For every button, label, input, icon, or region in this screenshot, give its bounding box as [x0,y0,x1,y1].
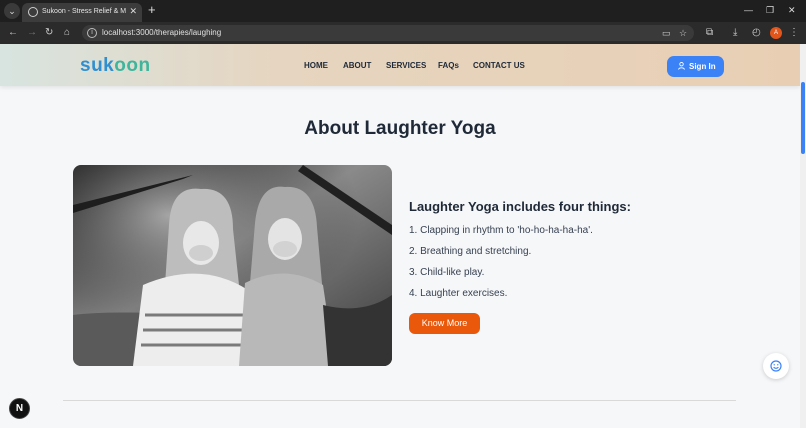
site-info-icon[interactable]: i [87,28,97,38]
site-header: sukoon HOME ABOUT SERVICES FAQs CONTACT … [0,44,800,86]
bookmark-star-icon[interactable]: ☆ [679,27,687,39]
restore-icon[interactable]: ❐ [766,4,774,16]
minimize-icon[interactable]: — [744,4,753,16]
page-title: About Laughter Yoga [304,118,496,139]
nextjs-dev-badge[interactable]: N [9,398,30,419]
smiley-icon [770,360,782,372]
know-more-button[interactable]: Know More [409,313,480,334]
globe-icon [28,7,38,17]
nav-about[interactable]: ABOUT [343,61,371,71]
nav-faqs[interactable]: FAQs [438,61,459,71]
tab-search-icon[interactable]: ⌄ [4,3,20,19]
url-text: localhost:3000/therapies/laughing [102,28,222,37]
nav-home[interactable]: HOME [304,61,328,71]
laughing-girls-photo [73,165,392,366]
list-item: 3. Child-like play. [409,267,485,278]
list-item: 1. Clapping in rhythm to 'ho-ho-ha-ha-ha… [409,225,593,236]
user-icon [678,62,685,70]
browser-tabstrip: ⌄ Sukoon - Stress Relief & Mental ✕ + — … [0,0,806,22]
reload-icon[interactable]: ↻ [45,26,53,40]
address-bar[interactable]: i localhost:3000/therapies/laughing ▭ ☆ [82,25,694,41]
nav-services[interactable]: SERVICES [386,61,426,71]
history-icon[interactable]: ◴ [752,26,761,40]
list-item: 4. Laughter exercises. [409,288,508,299]
logo-text-part1: suk [80,55,115,76]
scrollbar-thumb[interactable] [801,82,805,154]
logo-text-part2: oon [114,55,151,76]
tab-title: Sukoon - Stress Relief & Mental [42,8,126,15]
chat-widget-button[interactable] [763,353,789,379]
menu-kebab-icon[interactable]: ⋮ [789,26,799,40]
sign-in-button[interactable]: Sign In [667,56,724,77]
window-close-icon[interactable]: ✕ [788,4,796,16]
nav-contact-us[interactable]: CONTACT US [473,61,525,71]
cast-icon[interactable]: ▭ [662,27,671,39]
forward-icon[interactable]: → [27,26,37,40]
section-divider [63,400,736,401]
download-icon[interactable]: ⤓ [733,26,737,40]
section-heading: Laughter Yoga includes four things: [409,199,631,214]
sukoon-logo[interactable]: sukoon [80,55,151,77]
browser-toolbar: ← → ↻ ⌂ i localhost:3000/therapies/laugh… [0,22,806,44]
new-tab-icon[interactable]: + [148,3,156,17]
back-icon[interactable]: ← [8,26,18,40]
close-tab-icon[interactable]: ✕ [129,6,137,16]
home-icon[interactable]: ⌂ [64,26,70,40]
browser-tab[interactable]: Sukoon - Stress Relief & Mental ✕ [22,3,142,22]
sign-in-label: Sign In [689,62,716,71]
extensions-icon[interactable]: ⧉ [706,26,713,40]
list-item: 2. Breathing and stretching. [409,246,532,257]
profile-avatar[interactable]: A [770,27,782,39]
